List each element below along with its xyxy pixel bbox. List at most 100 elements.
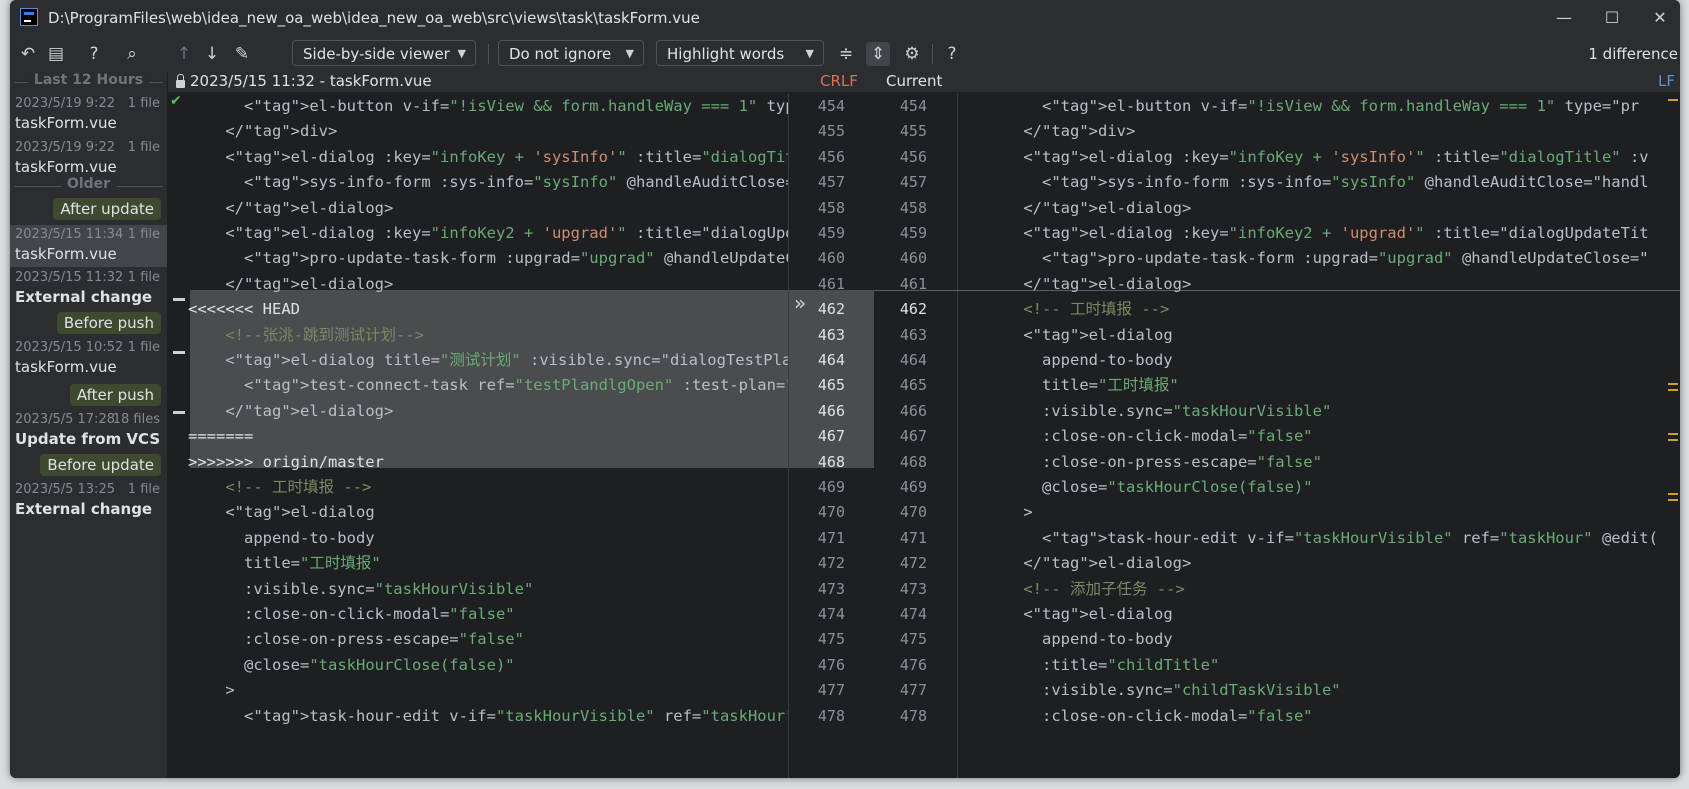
title-bar: D:\ProgramFiles\web\idea_new_oa_web\idea… [10, 0, 1680, 36]
code-line: :close-on-click-modal="false" [986, 706, 1313, 725]
warning-stripe [1668, 433, 1678, 435]
code-line: > [188, 681, 235, 700]
highlight-dropdown[interactable]: Highlight words ▼ [656, 40, 824, 66]
history-item[interactable]: 2023/5/19 9:22 1 file taskForm.vue [10, 94, 167, 136]
maximize-button[interactable]: ☐ [1600, 6, 1624, 30]
line-number: 463 [817, 325, 845, 344]
collapse-icon[interactable]: ≑ [834, 42, 858, 66]
left-editor[interactable]: ✔ <"tag">el-button v-if="!isView && form… [168, 93, 788, 778]
line-number: 456 [899, 147, 927, 166]
change-marker [173, 351, 185, 354]
code-line: <"tag">el-dialog :key="infoKey2 + 'upgra… [986, 224, 1649, 242]
line-number: 472 [817, 554, 845, 573]
history-item-date: 2023/5/5 13:25 [15, 482, 115, 497]
line-number: 467 [899, 427, 927, 446]
minimize-button[interactable]: — [1552, 6, 1576, 30]
difference-count: 1 difference [1588, 45, 1678, 63]
line-number: 470 [817, 503, 845, 522]
line-number: 454 [817, 97, 845, 115]
line-number: 454 [899, 97, 927, 115]
label-after-update[interactable]: After update [53, 198, 161, 220]
code-line: :visible.sync="taskHourVisible" [188, 579, 534, 598]
close-button[interactable]: ✕ [1648, 6, 1672, 30]
edit-icon[interactable]: ✎ [230, 42, 254, 66]
code-line: <"tag">el-dialog title="测试计划" :visible.s… [188, 351, 788, 369]
diff-toolbar: ↶ ▤ ? ⌕ ↑ ↓ ✎ Side-by-side viewer ▼ Do no… [10, 36, 1680, 72]
code-line: </"tag">div> [188, 122, 338, 141]
chevron-down-icon: ▼ [805, 47, 814, 60]
line-number: 464 [817, 351, 845, 369]
left-line-separator[interactable]: CRLF [820, 72, 858, 90]
ignore-dropdown-label: Do not ignore [509, 45, 612, 63]
ignore-dropdown[interactable]: Do not ignore ▼ [498, 40, 644, 66]
code-line: <!--张洮-跳到测试计划--> [188, 325, 424, 344]
line-number: 476 [817, 655, 845, 674]
code-line: <"tag">sys-info-form :sys-info="sysInfo"… [188, 173, 788, 192]
line-number: 469 [899, 478, 927, 496]
code-line: <"tag">el-dialog :key="infoKey + 'sysInf… [986, 147, 1649, 166]
history-item-selected[interactable]: 2023/5/15 11:34 1 file taskForm.vue [10, 225, 167, 267]
label-after-push[interactable]: After push [69, 384, 161, 406]
right-line-separator[interactable]: LF [1658, 72, 1675, 90]
code-line: > [986, 503, 1033, 522]
line-number: 477 [817, 681, 845, 700]
history-item-date: 2023/5/5 17:28 [15, 412, 115, 427]
history-item-files: 1 file [127, 96, 160, 111]
history-item[interactable]: 2023/5/5 13:25 1 file External change [10, 480, 167, 522]
help-icon[interactable]: ? [82, 42, 106, 66]
history-item[interactable]: 2023/5/15 10:52 1 file taskForm.vue [10, 338, 167, 380]
help-icon[interactable]: ? [940, 42, 964, 66]
arrow-down-icon[interactable]: ↓ [200, 42, 224, 66]
label-before-push[interactable]: Before push [56, 312, 161, 334]
webstorm-app-icon [20, 8, 38, 26]
label-before-update[interactable]: Before update [40, 454, 161, 476]
code-line: @close="taskHourClose(false)" [188, 655, 515, 674]
code-line: @close="taskHourClose(false)" [986, 478, 1313, 496]
scrollbar[interactable] [1666, 93, 1680, 778]
viewer-dropdown[interactable]: Side-by-side viewer ▼ [292, 40, 476, 66]
code-line: ======= [188, 427, 254, 446]
code-line: <"tag">el-dialog [986, 605, 1173, 623]
search-icon[interactable]: ⌕ [120, 42, 144, 66]
line-number: 474 [899, 605, 927, 623]
line-number: 465 [817, 376, 845, 395]
history-item-date: 2023/5/19 9:22 [15, 140, 115, 155]
line-number: 472 [899, 554, 927, 573]
code-line: <"tag">el-dialog [188, 503, 375, 522]
history-file-icon[interactable]: ▤ [44, 42, 68, 66]
code-line: append-to-body [188, 528, 375, 547]
code-line: title="工时填报" [986, 376, 1179, 395]
history-item[interactable]: 2023/5/5 17:28 18 files Update from VCS [10, 410, 167, 452]
arrow-up-icon[interactable]: ↑ [172, 42, 196, 66]
code-line: :close-on-press-escape="false" [986, 452, 1322, 471]
change-marker [173, 298, 185, 301]
history-item[interactable]: 2023/5/19 9:22 1 file taskForm.vue [10, 138, 167, 180]
code-line: <"tag">test-connect-task ref="testPlandl… [188, 376, 788, 395]
history-item-files: 1 file [127, 340, 160, 355]
code-line: <"tag">el-button v-if="!isView && form.h… [986, 97, 1640, 115]
history-item-files: 18 files [112, 412, 160, 427]
line-number: 476 [899, 655, 927, 674]
side-by-side-sync-icon[interactable]: ⇕ [866, 42, 890, 66]
history-item[interactable]: 2023/5/15 11:32 1 file External change [10, 268, 167, 310]
history-item-name: taskForm.vue [15, 358, 117, 376]
code-line: >>>>>>> origin/master [188, 452, 384, 471]
gear-icon[interactable]: ⚙ [900, 42, 924, 66]
line-number-gutter: » 454 455 456 457 458 459 460 461 462 463 464 465 46… [788, 93, 959, 778]
line-number: 468 [899, 452, 927, 471]
line-number: 461 [899, 274, 927, 293]
code-line: :visible.sync="taskHourVisible" [986, 401, 1332, 420]
chevron-down-icon: ▼ [625, 47, 634, 60]
highlight-dropdown-label: Highlight words [667, 45, 785, 63]
line-number: 466 [817, 401, 845, 420]
right-editor[interactable]: <"tag">el-button v-if="!isView && form.h… [958, 93, 1680, 778]
editor-header: 2023/5/15 11:32 - taskForm.vue CRLF Curr… [168, 72, 1680, 93]
code-line: append-to-body [986, 351, 1173, 369]
code-line: :close-on-click-modal="false" [188, 605, 515, 623]
local-history-sidebar: Last 12 Hours 2023/5/19 9:22 1 file task… [10, 72, 168, 778]
line-number: 474 [817, 605, 845, 623]
revert-icon[interactable]: ↶ [16, 42, 40, 66]
code-line: <!-- 工时填报 --> [986, 300, 1170, 319]
warning-stripe [1668, 389, 1678, 391]
line-number: 471 [899, 528, 927, 547]
